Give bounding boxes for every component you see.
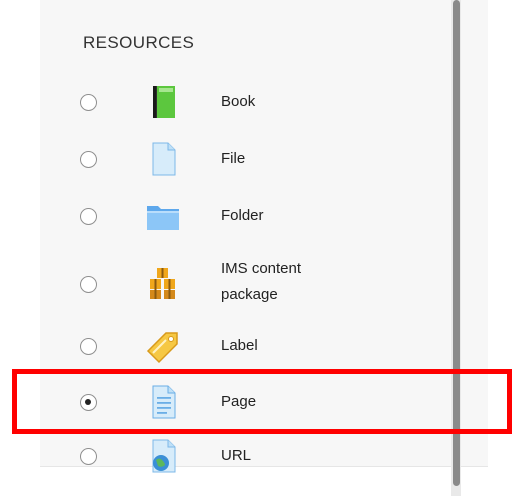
- resource-option-url[interactable]: URL: [40, 437, 450, 477]
- resource-label-line2: package: [221, 286, 278, 303]
- resource-option-label[interactable]: Label: [40, 326, 450, 366]
- book-icon: [153, 86, 175, 118]
- radio-button[interactable]: [80, 448, 97, 465]
- section-title: RESOURCES: [83, 33, 195, 52]
- radio-button[interactable]: [80, 208, 97, 225]
- selection-highlight-box: [12, 369, 512, 434]
- resource-option-folder[interactable]: Folder: [40, 196, 450, 236]
- resource-label: File: [221, 150, 246, 167]
- ims-package-icon: [150, 268, 175, 299]
- radio-button[interactable]: [80, 338, 97, 355]
- label-tag-icon: [146, 332, 178, 364]
- resource-label-line1: IMS content: [221, 260, 302, 277]
- radio-button[interactable]: [80, 151, 97, 168]
- url-icon: [152, 439, 176, 473]
- resource-label: Label: [221, 337, 258, 354]
- radio-button[interactable]: [80, 94, 97, 111]
- resource-label: URL: [221, 447, 252, 464]
- resource-label: Folder: [221, 207, 264, 224]
- resource-option-ims-content-package[interactable]: IMS content package: [40, 253, 450, 311]
- file-icon: [152, 142, 176, 176]
- resource-option-file[interactable]: File: [40, 139, 450, 179]
- radio-button[interactable]: [80, 276, 97, 293]
- folder-icon: [147, 206, 179, 230]
- resource-label: Book: [221, 93, 256, 110]
- resource-option-book[interactable]: Book: [40, 82, 450, 122]
